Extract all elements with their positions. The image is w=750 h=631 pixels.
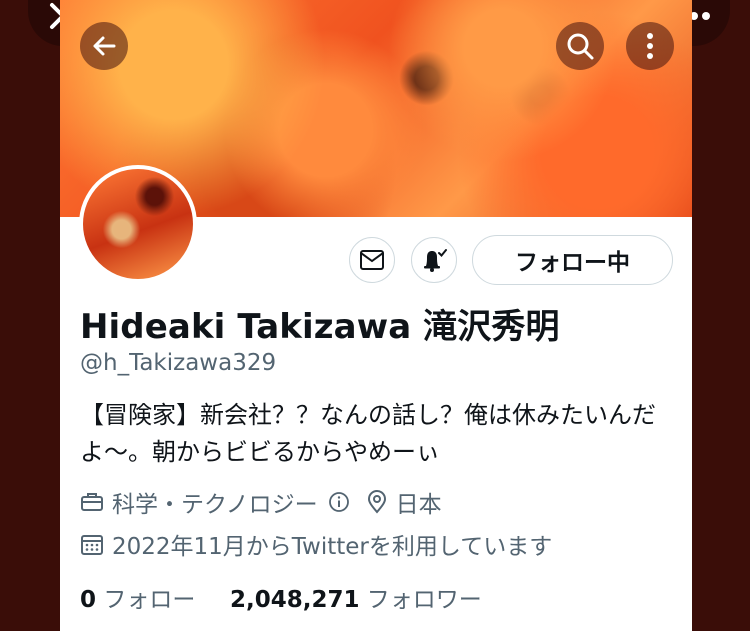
avatar[interactable]	[79, 165, 197, 283]
calendar-icon	[81, 535, 103, 555]
user-handle: @h_Takizawa329	[80, 350, 277, 376]
following-button[interactable]: フォロー中	[472, 235, 673, 285]
more-menu-button[interactable]	[626, 22, 674, 70]
following-count: 0	[80, 587, 97, 613]
profile-card: フォロー中 Hideaki Takizawa 滝沢秀明 @h_Takizawa3…	[60, 0, 692, 631]
message-button[interactable]	[349, 237, 395, 283]
location-pin-icon	[367, 490, 386, 514]
back-arrow-icon	[93, 36, 116, 56]
profile-category: 科学・テクノロジー	[112, 492, 318, 518]
mail-icon	[360, 250, 384, 270]
info-icon[interactable]	[328, 491, 350, 513]
followers-label: フォロワー	[366, 587, 482, 613]
joined-date: 2022年11月からTwitterを利用しています	[112, 534, 553, 560]
following-link[interactable]: 0 フォロー	[80, 587, 203, 613]
joined-row: 2022年11月からTwitterを利用しています	[80, 527, 552, 561]
profile-location: 日本	[395, 492, 442, 518]
notifications-button[interactable]	[411, 237, 457, 283]
back-button[interactable]	[80, 22, 128, 70]
followers-link[interactable]: 2,048,271 フォロワー	[230, 587, 482, 613]
bell-check-icon	[424, 249, 447, 272]
briefcase-icon	[81, 493, 103, 511]
profile-bio: 【冒険家】新会社？？なんの話し？俺は休みたいんだよ〜。朝からビビるからやめーぃ	[80, 401, 656, 466]
followers-count: 2,048,271	[229, 587, 360, 613]
following-label: フォロー	[103, 587, 196, 613]
avatar-image	[83, 169, 193, 279]
follow-counts: 0 フォロー 2,048,271 フォロワー	[80, 580, 482, 614]
search-button[interactable]	[556, 22, 604, 70]
search-icon	[567, 33, 594, 60]
more-vertical-icon	[647, 33, 653, 59]
display-name: Hideaki Takizawa 滝沢秀明	[80, 307, 560, 347]
profile-meta-row: 科学・テクノロジー 日本	[80, 485, 442, 519]
